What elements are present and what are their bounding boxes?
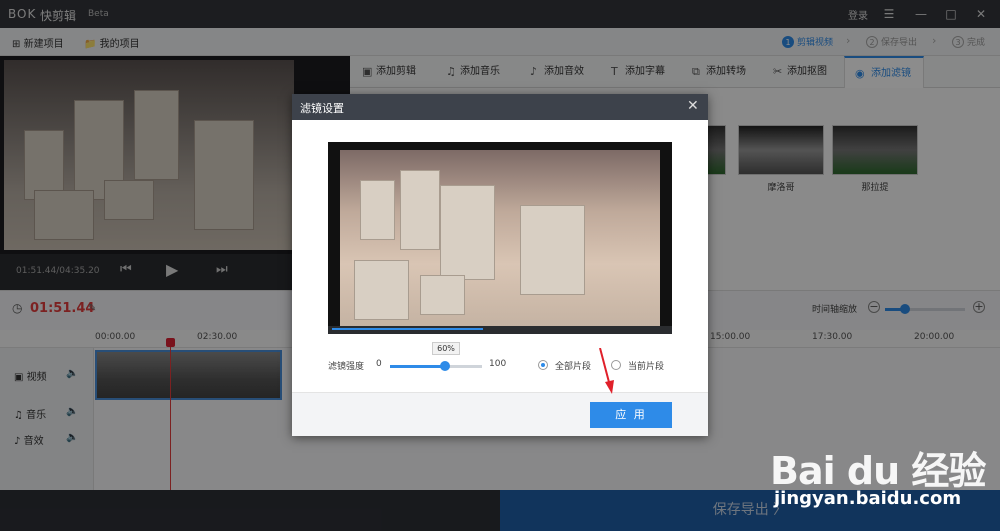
filter-preview-video: [328, 142, 672, 334]
slider-max-label: 100: [489, 359, 507, 369]
all-clips-radio[interactable]: [538, 360, 548, 370]
dialog-video-progress[interactable]: [328, 326, 672, 334]
dialog-title: 滤镜设置: [300, 102, 344, 115]
watermark-brand: Bai du 经验: [770, 449, 986, 493]
dialog-progress-fill: [332, 328, 484, 330]
current-clip-label: 当前片段: [628, 362, 665, 372]
slider-fill: [390, 365, 446, 368]
apply-button[interactable]: 应 用: [590, 402, 672, 428]
all-clips-label: 全部片段: [555, 362, 592, 372]
filter-preview-image: [340, 150, 660, 326]
slider-value-tooltip: 60%: [432, 342, 460, 355]
watermark-url: jingyan.baidu.com: [774, 488, 962, 509]
filter-strength-slider[interactable]: [390, 361, 482, 371]
annotation-arrow-icon: [599, 348, 614, 394]
slider-min-label: 0: [376, 359, 382, 369]
slider-handle[interactable]: [440, 361, 451, 371]
dialog-header: 滤镜设置 ✕: [292, 94, 708, 120]
filter-strength-label: 滤镜强度: [328, 362, 365, 372]
close-icon[interactable]: ✕: [687, 98, 699, 114]
filter-settings-dialog: 滤镜设置 ✕ 60% 滤镜强度 0 100 全部片段 当前片段 应 用: [292, 94, 708, 436]
baidu-watermark: Bai du 经验 jingyan.baidu.com: [760, 430, 1000, 531]
dialog-footer: 应 用: [292, 392, 708, 436]
